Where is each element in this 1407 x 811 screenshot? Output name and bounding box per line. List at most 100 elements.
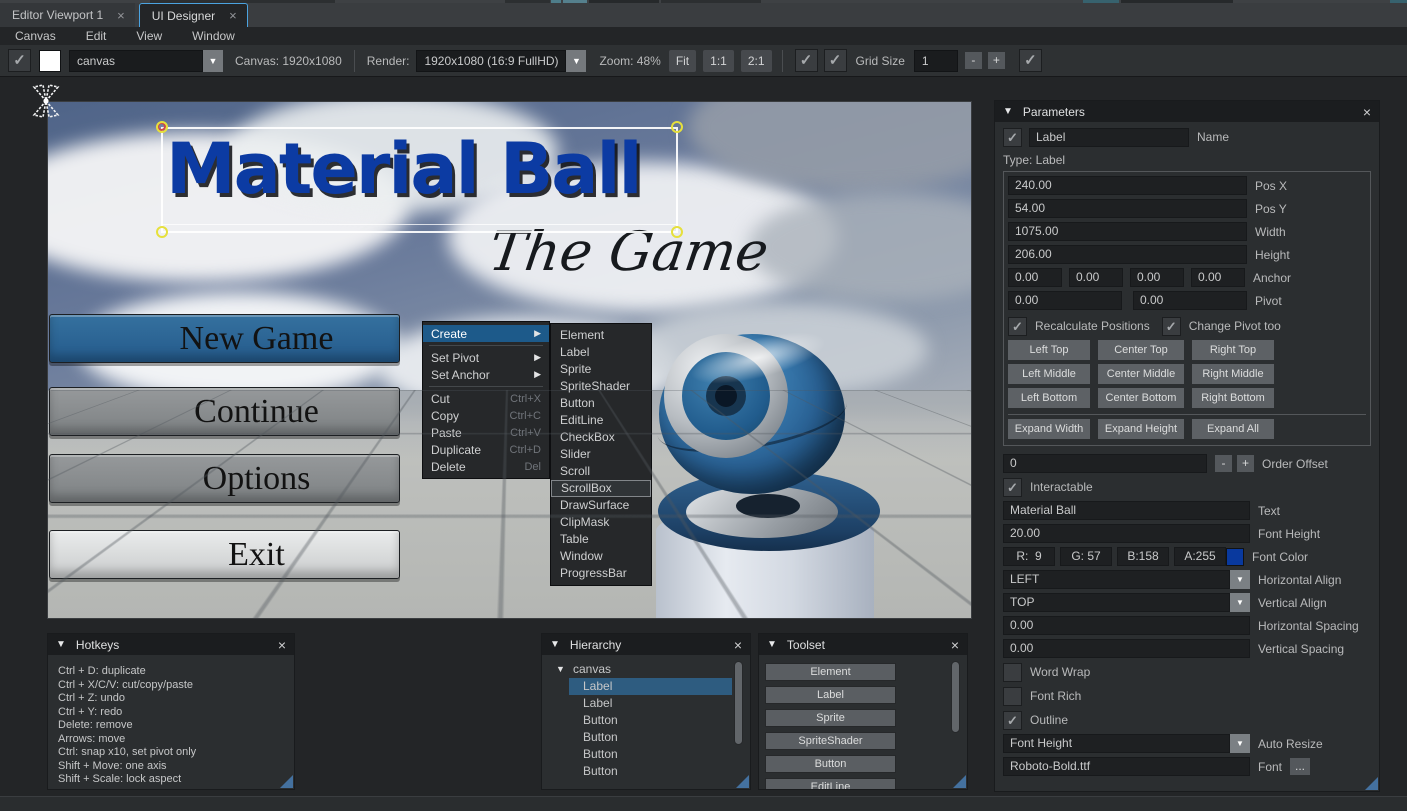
canvas-origin-marker-icon[interactable]: [27, 82, 65, 120]
align-left-bottom-button[interactable]: Left Bottom: [1008, 388, 1090, 408]
height-input[interactable]: 206.00: [1008, 245, 1247, 264]
context-menu-cut[interactable]: Cut Ctrl+X: [423, 390, 549, 407]
toolset-editline-button[interactable]: EditLine: [765, 778, 896, 790]
font-height-input[interactable]: 20.00: [1003, 524, 1250, 543]
menu-canvas[interactable]: Canvas: [0, 29, 71, 43]
parameters-panel-header[interactable]: ▼ Parameters ×: [995, 101, 1379, 122]
width-input[interactable]: 1075.00: [1008, 222, 1247, 241]
context-menu-delete[interactable]: Delete Del: [423, 458, 549, 475]
render-select[interactable]: 1920x1080 (16:9 FullHD): [416, 50, 566, 72]
interactable-checkbox[interactable]: ✓: [1003, 478, 1022, 497]
panel-resize-handle[interactable]: [1365, 777, 1378, 790]
tree-node-canvas[interactable]: ▼ canvas: [542, 661, 750, 678]
toolbar-right-checkbox[interactable]: ✓: [1019, 49, 1042, 72]
align-left-middle-button[interactable]: Left Middle: [1008, 364, 1090, 384]
submenu-item-element[interactable]: Element: [551, 327, 651, 344]
expand-all-button[interactable]: Expand All: [1192, 419, 1274, 439]
pivot-input-1[interactable]: 0.00: [1133, 291, 1247, 310]
exit-button[interactable]: Exit: [49, 530, 400, 579]
context-menu-paste[interactable]: Paste Ctrl+V: [423, 424, 549, 441]
auto-resize-select[interactable]: Font Height: [1003, 734, 1230, 753]
tree-node-button[interactable]: Button: [542, 712, 750, 729]
align-right-middle-button[interactable]: Right Middle: [1192, 364, 1274, 384]
order-offset-plus-button[interactable]: +: [1237, 455, 1254, 472]
continue-button[interactable]: Continue: [49, 387, 400, 436]
pivot-input-0[interactable]: 0.00: [1008, 291, 1122, 310]
submenu-item-window[interactable]: Window: [551, 548, 651, 565]
chevron-down-icon[interactable]: ▼: [1230, 593, 1250, 612]
collapse-icon[interactable]: ▼: [767, 639, 777, 650]
menu-edit[interactable]: Edit: [71, 29, 122, 43]
chevron-down-icon[interactable]: ▼: [203, 50, 223, 72]
chevron-down-icon[interactable]: ▼: [566, 50, 586, 72]
vertical-spacing-input[interactable]: 0.00: [1003, 639, 1250, 658]
collapse-icon[interactable]: ▼: [56, 639, 66, 650]
submenu-item-slider[interactable]: Slider: [551, 446, 651, 463]
toolset-button-button[interactable]: Button: [765, 755, 896, 773]
submenu-item-clipmask[interactable]: ClipMask: [551, 514, 651, 531]
grid-size-input[interactable]: 1: [914, 50, 958, 72]
font-file-input[interactable]: Roboto-Bold.ttf: [1003, 757, 1250, 776]
name-input[interactable]: Label: [1029, 128, 1189, 147]
close-icon[interactable]: ×: [278, 637, 286, 653]
submenu-item-editline[interactable]: EditLine: [551, 412, 651, 429]
options-button[interactable]: Options: [49, 454, 400, 503]
align-center-top-button[interactable]: Center Top: [1098, 340, 1184, 360]
zoom-2-1-button[interactable]: 2:1: [741, 50, 772, 72]
name-enabled-checkbox[interactable]: ✓: [1003, 128, 1022, 147]
context-menu-duplicate[interactable]: Duplicate Ctrl+D: [423, 441, 549, 458]
toolset-element-button[interactable]: Element: [765, 663, 896, 681]
panel-resize-handle[interactable]: [736, 775, 749, 788]
font-rich-checkbox[interactable]: [1003, 687, 1022, 706]
order-offset-input[interactable]: 0: [1003, 454, 1207, 473]
tree-node-button[interactable]: Button: [542, 729, 750, 746]
grid-size-plus-button[interactable]: +: [988, 52, 1005, 69]
align-center-middle-button[interactable]: Center Middle: [1098, 364, 1184, 384]
order-offset-minus-button[interactable]: -: [1215, 455, 1232, 472]
context-menu-set-pivot[interactable]: Set Pivot ▶: [423, 349, 549, 366]
close-icon[interactable]: ×: [117, 9, 125, 22]
canvas-select[interactable]: canvas: [69, 50, 203, 72]
submenu-item-button[interactable]: Button: [551, 395, 651, 412]
submenu-item-scroll[interactable]: Scroll: [551, 463, 651, 480]
canvas-viewport[interactable]: Material Ball The Game New Game Continue…: [47, 101, 972, 619]
submenu-item-scrollbox[interactable]: ScrollBox: [551, 480, 651, 497]
color-g-input[interactable]: G: 57: [1060, 547, 1112, 566]
align-right-top-button[interactable]: Right Top: [1192, 340, 1274, 360]
close-icon[interactable]: ×: [1363, 104, 1371, 120]
zoom-fit-button[interactable]: Fit: [669, 50, 696, 72]
chevron-down-icon[interactable]: ▼: [1230, 734, 1250, 753]
panel-resize-handle[interactable]: [280, 775, 293, 788]
pos-x-input[interactable]: 240.00: [1008, 176, 1247, 195]
grid-show-checkbox[interactable]: ✓: [795, 49, 818, 72]
tab-editor-viewport-1[interactable]: Editor Viewport 1 ×: [0, 3, 135, 27]
recalculate-positions-checkbox[interactable]: ✓: [1008, 317, 1027, 336]
anchor-input-1[interactable]: 0.00: [1069, 268, 1123, 287]
submenu-item-spriteshader[interactable]: SpriteShader: [551, 378, 651, 395]
font-browse-button[interactable]: ...: [1290, 758, 1310, 775]
text-input[interactable]: Material Ball: [1003, 501, 1250, 520]
tab-ui-designer[interactable]: UI Designer ×: [139, 3, 248, 27]
toolset-panel-header[interactable]: ▼ Toolset ×: [759, 634, 967, 655]
tree-node-button[interactable]: Button: [542, 746, 750, 763]
tree-node-label[interactable]: Label: [542, 695, 750, 712]
resize-handle-top-right[interactable]: [671, 121, 683, 133]
align-left-top-button[interactable]: Left Top: [1008, 340, 1090, 360]
change-pivot-too-checkbox[interactable]: ✓: [1162, 317, 1181, 336]
scrollbar-thumb[interactable]: [734, 661, 743, 745]
close-icon[interactable]: ×: [229, 9, 237, 22]
canvas-color-swatch[interactable]: [39, 50, 61, 72]
scrollbar-thumb[interactable]: [951, 661, 960, 733]
resize-handle-top-left[interactable]: [156, 121, 168, 133]
close-icon[interactable]: ×: [734, 637, 742, 653]
color-a-input[interactable]: A:255: [1174, 547, 1226, 566]
expand-width-button[interactable]: Expand Width: [1008, 419, 1090, 439]
tree-node-button[interactable]: Button: [542, 763, 750, 780]
collapse-icon[interactable]: ▼: [550, 639, 560, 650]
collapse-icon[interactable]: ▼: [1003, 106, 1013, 117]
menu-window[interactable]: Window: [177, 29, 250, 43]
anchor-input-2[interactable]: 0.00: [1130, 268, 1184, 287]
resize-handle-bottom-right[interactable]: [671, 226, 683, 238]
menu-view[interactable]: View: [121, 29, 177, 43]
pos-y-input[interactable]: 54.00: [1008, 199, 1247, 218]
